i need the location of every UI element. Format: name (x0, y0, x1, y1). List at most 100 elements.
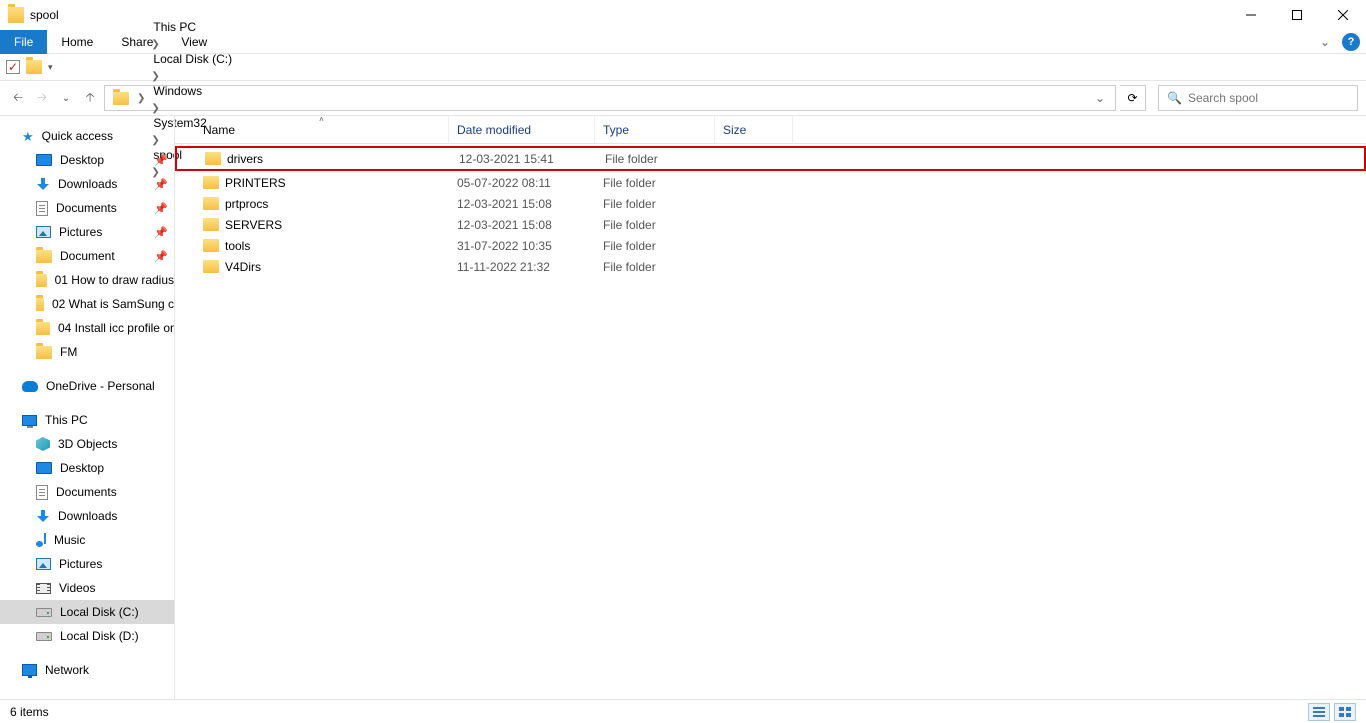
pin-icon: 📌 (154, 202, 168, 215)
help-icon[interactable]: ? (1342, 33, 1360, 51)
qat-newfolder-icon[interactable] (26, 60, 42, 74)
qat-properties-icon[interactable]: ✓ (6, 60, 20, 74)
sort-indicator-icon: ˄ (319, 116, 324, 124)
back-button[interactable]: 🡠 (8, 88, 28, 108)
search-input[interactable] (1188, 91, 1349, 105)
file-date: 31-07-2022 10:35 (449, 239, 595, 253)
sidebar-item[interactable]: 3D Objects (0, 432, 174, 456)
folder-icon (203, 176, 219, 189)
sidebar-this-pc[interactable]: This PC (0, 408, 174, 432)
drive-icon (36, 632, 52, 641)
ribbon-expand-icon[interactable]: ⌄ (1314, 35, 1336, 49)
breadcrumb-segment[interactable]: Local Disk (C:) (149, 50, 236, 68)
sidebar-item[interactable]: Desktop📌 (0, 148, 174, 172)
sidebar-item[interactable]: Desktop (0, 456, 174, 480)
ribbon-tab-home[interactable]: Home (47, 30, 107, 54)
column-date-modified[interactable]: Date modified (449, 116, 595, 143)
sidebar-item[interactable]: Videos (0, 576, 174, 600)
sidebar-onedrive[interactable]: OneDrive - Personal (0, 374, 174, 398)
close-button[interactable] (1320, 0, 1366, 30)
breadcrumb-separator-icon[interactable]: ❯ (135, 93, 147, 104)
breadcrumb-segment[interactable]: This PC (149, 18, 236, 36)
sidebar-quick-access[interactable]: ★ Quick access (0, 124, 174, 148)
recent-dropdown-icon[interactable]: ⌄ (56, 88, 76, 108)
sidebar-item[interactable]: 02 What is SamSung c (0, 292, 174, 316)
file-row[interactable]: PRINTERS05-07-2022 08:11File folder (175, 172, 1366, 193)
sidebar-item[interactable]: 01 How to draw radius (0, 268, 174, 292)
navigation-pane: ★ Quick access Desktop📌Downloads📌Documen… (0, 116, 175, 699)
desktop-icon (36, 154, 52, 166)
sidebar-item-label: Videos (59, 581, 95, 595)
file-row[interactable]: tools 31-07-2022 10:35File folder (175, 235, 1366, 256)
doc-icon (36, 485, 48, 500)
sidebar-item[interactable]: Pictures📌 (0, 220, 174, 244)
file-row[interactable]: SERVERS12-03-2021 15:08File folder (175, 214, 1366, 235)
minimize-button[interactable] (1228, 0, 1274, 30)
sidebar-item[interactable]: Local Disk (C:) (0, 600, 174, 624)
forward-button[interactable]: 🡢 (32, 88, 52, 108)
folder-icon (36, 274, 47, 287)
sidebar-item-label: Music (54, 533, 85, 547)
sidebar-item-label: Document (60, 249, 115, 263)
folder-icon (36, 298, 44, 311)
sidebar-item[interactable]: Documents (0, 480, 174, 504)
address-bar[interactable]: ❯ This PC❯Local Disk (C:)❯Windows❯System… (104, 85, 1116, 111)
sidebar-item[interactable]: FM (0, 340, 174, 364)
file-name: drivers (227, 152, 263, 166)
breadcrumb-separator-icon[interactable]: ❯ (149, 103, 161, 114)
window-folder-icon (8, 7, 24, 23)
breadcrumb-separator-icon[interactable]: ❯ (149, 71, 161, 82)
column-type[interactable]: Type (595, 116, 715, 143)
pic-icon (36, 226, 51, 238)
file-type: File folder (595, 218, 715, 232)
network-icon (22, 664, 37, 676)
pin-icon: 📌 (154, 226, 168, 239)
file-row[interactable]: prtprocs12-03-2021 15:08File folder (175, 193, 1366, 214)
sidebar-item[interactable]: Music (0, 528, 174, 552)
breadcrumb-separator-icon[interactable]: ❯ (149, 39, 161, 50)
refresh-button[interactable]: ⟳ (1120, 85, 1146, 111)
file-name: tools (225, 239, 250, 253)
qat-dropdown-icon[interactable]: ▾ (48, 62, 53, 73)
doc-icon (36, 201, 48, 216)
sidebar-item[interactable]: Downloads📌 (0, 172, 174, 196)
sidebar-label: This PC (45, 413, 88, 427)
file-type: File folder (595, 239, 715, 253)
sidebar-network[interactable]: Network (0, 658, 174, 682)
folder-icon (36, 250, 52, 263)
down-icon (36, 177, 50, 191)
up-button[interactable]: 🡡 (80, 88, 100, 108)
file-row[interactable]: drivers12-03-2021 15:41File folder (175, 146, 1366, 171)
sidebar-item-label: Documents (56, 485, 117, 499)
folder-icon (205, 152, 221, 165)
pc-icon (22, 415, 37, 426)
column-name[interactable]: Name ˄ (195, 116, 449, 143)
details-view-button[interactable] (1308, 703, 1330, 721)
file-name: PRINTERS (225, 176, 286, 190)
folder-icon (36, 322, 50, 335)
address-dropdown-icon[interactable]: ⌄ (1089, 91, 1111, 105)
ribbon-tab-file[interactable]: File (0, 30, 47, 54)
search-box[interactable]: 🔍 (1158, 85, 1358, 111)
pin-icon: 📌 (154, 250, 168, 263)
file-name: SERVERS (225, 218, 282, 232)
file-row[interactable]: V4Dirs11-11-2022 21:32File folder (175, 256, 1366, 277)
sidebar-item-label: Downloads (58, 177, 117, 191)
sidebar-item[interactable]: Downloads (0, 504, 174, 528)
folder-icon (203, 239, 219, 252)
column-size[interactable]: Size (715, 116, 793, 143)
large-icons-view-button[interactable] (1334, 703, 1356, 721)
maximize-button[interactable] (1274, 0, 1320, 30)
breadcrumb-segment[interactable]: Windows (149, 82, 236, 100)
file-date: 12-03-2021 15:41 (451, 152, 597, 166)
file-name: prtprocs (225, 197, 268, 211)
sidebar-item[interactable]: Documents📌 (0, 196, 174, 220)
sidebar-item[interactable]: 04 Install icc profile or (0, 316, 174, 340)
status-bar: 6 items (0, 699, 1366, 723)
onedrive-icon (22, 381, 38, 392)
sidebar-item[interactable]: Pictures (0, 552, 174, 576)
sidebar-item[interactable]: Document 📌 (0, 244, 174, 268)
file-type: File folder (595, 260, 715, 274)
sidebar-item[interactable]: Local Disk (D:) (0, 624, 174, 648)
star-icon: ★ (22, 130, 34, 143)
